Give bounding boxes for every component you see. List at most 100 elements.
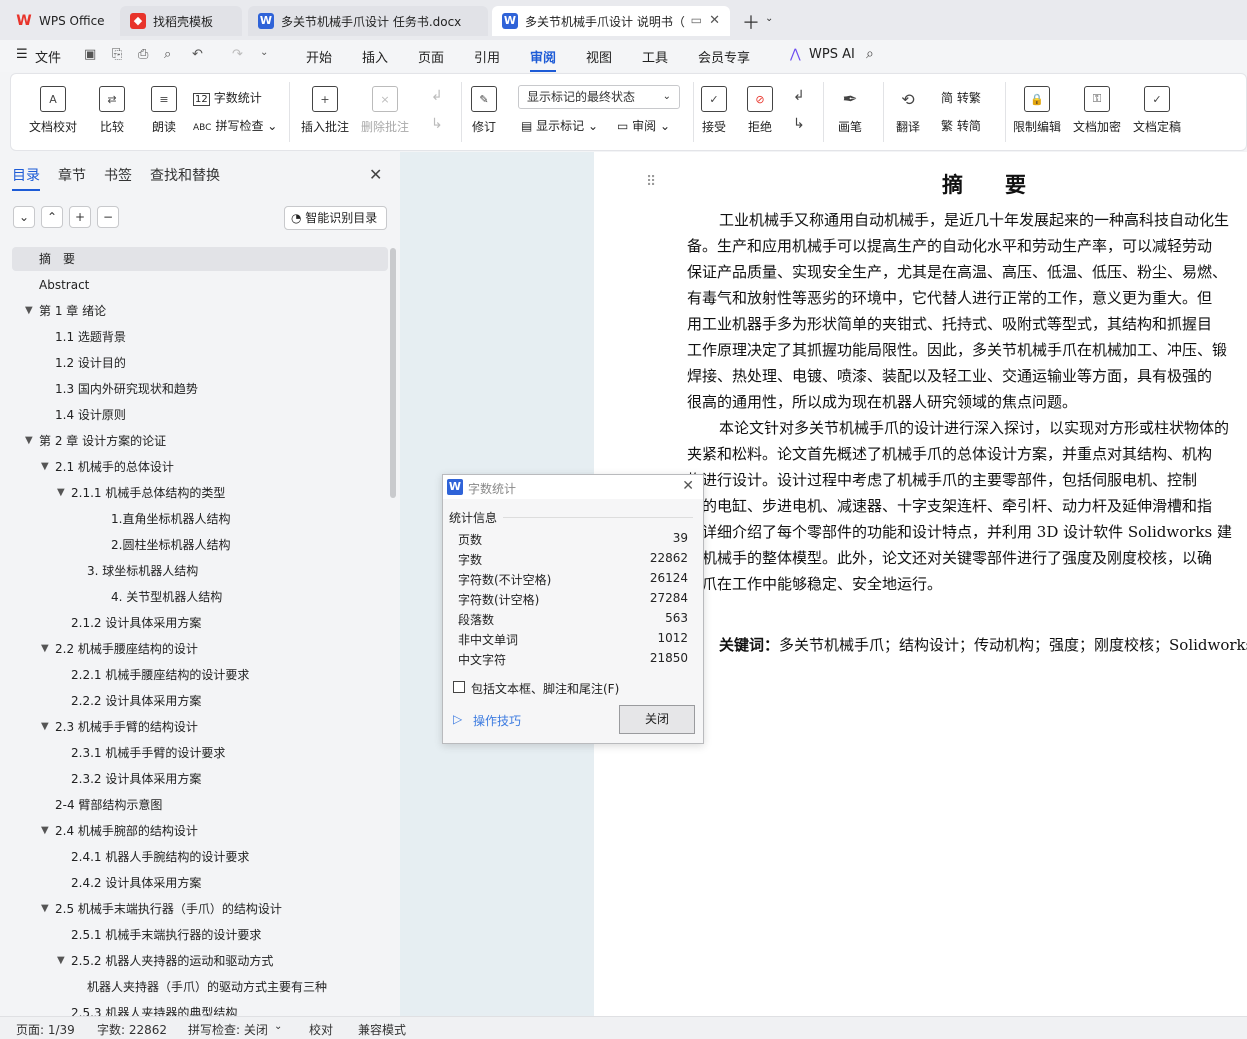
tab-find-replace[interactable]: 查找和替换 (150, 165, 220, 185)
expand-arrow-icon[interactable]: ▼ (25, 299, 33, 323)
toc-item[interactable]: 2.3.1 机械手手臂的设计要求 (71, 741, 225, 765)
collapse-all-button[interactable]: ⌃ (41, 206, 63, 228)
toc-item[interactable]: 第 1 章 绪论 (39, 299, 106, 323)
insert-comment-button[interactable]: + 插入批注 (301, 86, 349, 135)
expand-arrow-icon[interactable]: ▼ (57, 949, 65, 973)
reject-button[interactable]: ⊘ 拒绝 (747, 86, 773, 135)
dialog-close-button[interactable]: 关闭 (619, 705, 695, 734)
toc-item[interactable]: 2.圆柱坐标机器人结构 (111, 533, 230, 557)
add-heading-button[interactable]: + (69, 206, 91, 228)
toc-item[interactable]: 3. 球坐标机器人结构 (87, 559, 198, 583)
toc-item[interactable]: 1.2 设计目的 (55, 351, 126, 375)
next-change-icon[interactable]: ↳ (793, 116, 805, 132)
toc-item[interactable]: 2.5.1 机械手末端执行器的设计要求 (71, 923, 261, 947)
toc-item[interactable]: 1.3 国内外研究现状和趋势 (55, 377, 198, 401)
scrollbar[interactable] (390, 248, 396, 498)
save-icon[interactable]: ▣ (84, 47, 96, 62)
share-icon[interactable]: ⎘ (112, 47, 122, 62)
toc-item[interactable]: 2.1.1 机械手总体结构的类型 (71, 481, 225, 505)
print-preview-icon[interactable]: ⌕ (164, 47, 171, 62)
restrict-edit-button[interactable]: 🔒 限制编辑 (1013, 86, 1061, 135)
menu-view[interactable]: 视图 (586, 47, 612, 66)
encrypt-button[interactable]: ⚿ 文档加密 (1073, 86, 1121, 135)
menu-wps-ai[interactable]: WPS AI (809, 47, 855, 62)
menu-home[interactable]: 开始 (306, 47, 332, 66)
doc-check-button[interactable]: A 文档校对 (29, 86, 77, 135)
prev-comment-icon[interactable]: ↲ (431, 88, 443, 104)
toc-item[interactable]: 1.直角坐标机器人结构 (111, 507, 230, 531)
print-icon[interactable]: ⎙ (138, 47, 148, 62)
toc-item[interactable]: 2.2.2 设计具体采用方案 (71, 689, 201, 713)
chevron-down-icon[interactable]: ⌄ (260, 47, 268, 58)
menu-page[interactable]: 页面 (418, 47, 444, 66)
expand-arrow-icon[interactable]: ▼ (41, 819, 49, 843)
toc-item[interactable]: 摘 要 (39, 247, 75, 271)
close-icon[interactable]: ✕ (682, 478, 694, 494)
toc-item[interactable]: Abstract (39, 273, 89, 297)
tips-link[interactable]: 操作技巧 (473, 712, 521, 729)
toc-item[interactable]: 2.4 机械手腕部的结构设计 (55, 819, 198, 843)
menu-reference[interactable]: 引用 (474, 47, 500, 66)
toc-item[interactable]: 2.2 机械手腰座结构的设计 (55, 637, 198, 661)
expand-arrow-icon[interactable]: ▼ (25, 429, 33, 453)
spell-check-button[interactable]: ABC 拼写检查 ⌄ (193, 117, 277, 134)
toc-item[interactable]: 4. 关节型机器人结构 (111, 585, 222, 609)
menu-tools[interactable]: 工具 (642, 47, 668, 66)
remove-heading-button[interactable]: − (97, 206, 119, 228)
pen-button[interactable]: ✒ 画笔 (837, 86, 863, 135)
tab-toc[interactable]: 目录 (12, 165, 40, 191)
review-pane-button[interactable]: ▭ 审阅 ⌄ (617, 117, 670, 134)
chevron-down-icon[interactable]: ⌄ (765, 13, 773, 24)
expand-all-button[interactable]: ⌄ (13, 206, 35, 228)
toc-item[interactable]: 2.5 机械手末端执行器（手爪）的结构设计 (55, 897, 282, 921)
drag-handle-icon[interactable]: ⠿ (646, 174, 656, 190)
proofread-status[interactable]: 校对 (309, 1021, 333, 1038)
tab-bookmarks[interactable]: 书签 (104, 165, 132, 185)
expand-arrow-icon[interactable]: ▼ (41, 715, 49, 739)
tab-manual-doc[interactable]: W 多关节机械手爪设计 说明书（ ▭ ✕ (492, 6, 730, 36)
close-icon[interactable]: ✕ (709, 13, 720, 28)
expand-arrow-icon[interactable]: ▼ (41, 455, 49, 479)
page-indicator[interactable]: 页面: 1/39 (16, 1021, 75, 1038)
compare-button[interactable]: ⇄ 比较 (99, 86, 125, 135)
screen-share-icon[interactable]: ▭ (691, 13, 702, 27)
tab-task-doc[interactable]: W 多关节机械手爪设计 任务书.docx (248, 6, 488, 36)
hamburger-icon[interactable]: ☰ (16, 47, 28, 62)
read-aloud-button[interactable]: ≡ 朗读 (151, 86, 177, 135)
expand-arrow-icon[interactable]: ▼ (57, 481, 65, 505)
show-markup-button[interactable]: ▤ 显示标记 ⌄ (521, 117, 598, 134)
word-count-status[interactable]: 字数: 22862 (97, 1021, 167, 1038)
spell-check-status[interactable]: 拼写检查: 关闭 (188, 1021, 268, 1038)
prev-change-icon[interactable]: ↲ (793, 88, 805, 104)
toc-item[interactable]: 2.4.1 机器人手腕结构的设计要求 (71, 845, 249, 869)
toc-item[interactable]: 2.3 机械手手臂的结构设计 (55, 715, 198, 739)
tab-chapters[interactable]: 章节 (58, 165, 86, 185)
menu-member[interactable]: 会员专享 (698, 47, 750, 66)
toc-item[interactable]: 2.3.2 设计具体采用方案 (71, 767, 201, 791)
redo-icon[interactable]: ↷ (232, 47, 243, 62)
translate-button[interactable]: ⟲ 翻译 (895, 86, 921, 135)
toc-item[interactable]: 1.4 设计原则 (55, 403, 126, 427)
toc-item[interactable]: 2.1.2 设计具体采用方案 (71, 611, 201, 635)
include-notes-checkbox[interactable] (453, 681, 465, 693)
new-tab-icon[interactable]: ＋ (742, 9, 760, 35)
toc-item[interactable]: 2-4 臂部结构示意图 (55, 793, 162, 817)
accept-button[interactable]: ✓ 接受 (701, 86, 727, 135)
to-simplified-button[interactable]: 繁 转简 (941, 117, 981, 134)
expand-arrow-icon[interactable]: ▼ (41, 637, 49, 661)
menu-file[interactable]: 文件 (35, 47, 61, 66)
tab-wps-office[interactable]: W WPS Office (6, 6, 114, 36)
toc-item[interactable]: 第 2 章 设计方案的论证 (39, 429, 166, 453)
next-comment-icon[interactable]: ↳ (431, 116, 443, 132)
toc-item[interactable]: 机器人夹持器（手爪）的驱动方式主要有三种 (87, 975, 327, 999)
smart-toc-button[interactable]: ◔ 智能识别目录 (284, 206, 387, 230)
finalize-button[interactable]: ✓ 文档定稿 (1133, 86, 1181, 135)
toc-item[interactable]: 2.5.2 机器人夹持器的运动和驱动方式 (71, 949, 273, 973)
toc-item[interactable]: 2.4.2 设计具体采用方案 (71, 871, 201, 895)
expand-arrow-icon[interactable]: ▼ (41, 897, 49, 921)
toc-item[interactable]: 2.2.1 机械手腰座结构的设计要求 (71, 663, 249, 687)
delete-comment-button[interactable]: × 删除批注 (361, 86, 409, 135)
undo-icon[interactable]: ↶ (192, 47, 203, 62)
search-icon[interactable]: ⌕ (866, 46, 874, 62)
markup-state-select[interactable]: 显示标记的最终状态 ⌄ (518, 85, 680, 109)
